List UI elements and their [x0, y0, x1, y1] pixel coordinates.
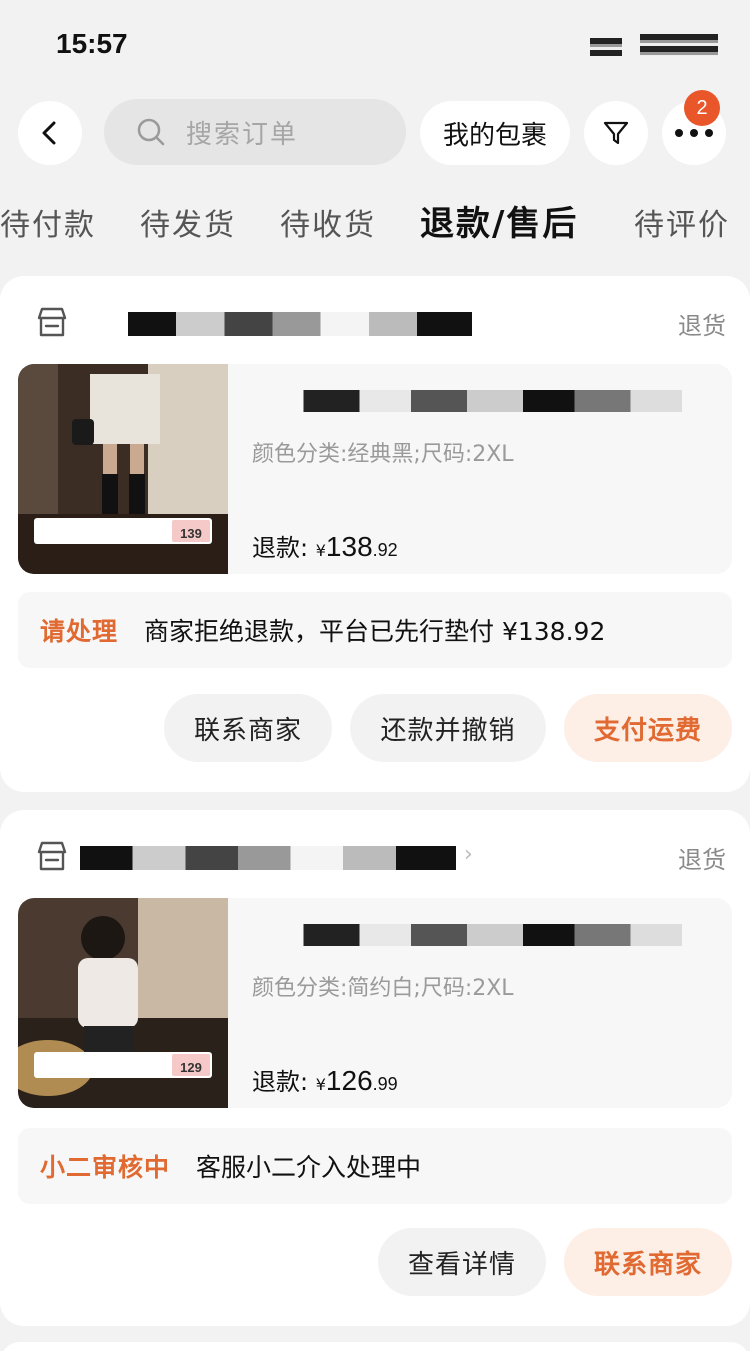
product-title-redacted [252, 924, 682, 946]
status-bar: 15:57 [0, 0, 750, 90]
shop-name-redacted [80, 846, 456, 870]
return-type-label: 退货 [678, 846, 726, 874]
order-tabs: 待付款 待发货 待收货 退款/售后 待评价 [0, 200, 750, 256]
contact-seller-button[interactable]: 联系商家 [164, 694, 332, 762]
goods-item[interactable]: 129 颜色分类:简约白;尺码:2XL 退款: ¥126.99 [18, 898, 732, 1108]
refund-label: 退款: [252, 1068, 309, 1096]
notification-badge: 2 [684, 90, 720, 126]
status-notice[interactable]: 请处理 商家拒绝退款，平台已先行垫付 ¥138.92 [18, 592, 732, 668]
goods-item[interactable]: 139 颜色分类:经典黑;尺码:2XL 退款: ¥138.92 [18, 364, 732, 574]
store-icon [37, 307, 67, 337]
return-type-label: 退货 [678, 312, 726, 340]
filter-button[interactable] [584, 101, 648, 165]
status-text: 客服小二介入处理中 [196, 1153, 422, 1182]
tab-pending-payment[interactable]: 待付款 [0, 200, 96, 244]
view-details-button[interactable]: 查看详情 [378, 1228, 546, 1296]
top-bar: 搜索订单 我的包裹 [0, 98, 750, 168]
product-spec: 颜色分类:简约白;尺码:2XL [252, 976, 514, 1001]
contact-seller-button[interactable]: 联系商家 [564, 1228, 732, 1296]
product-spec: 颜色分类:经典黑;尺码:2XL [252, 442, 514, 467]
thumb-price: 139 [180, 526, 202, 541]
chevron-right-icon: › [464, 842, 473, 867]
refund-amount: 退款: ¥126.99 [252, 1062, 398, 1097]
chevron-left-icon [42, 121, 56, 145]
search-placeholder: 搜索订单 [186, 119, 299, 150]
order-card: 退货 139 颜色分类:经典黑;尺码:2XL 退款: ¥138.92 请处理 商… [0, 276, 750, 792]
pay-shipping-button[interactable]: 支付运费 [564, 694, 732, 762]
status-tag: 请处理 [40, 617, 119, 646]
shop-row[interactable]: › [34, 838, 724, 878]
filter-icon [603, 121, 629, 145]
order-card: › 退货 129 颜色分类:简约白;尺码:2XL 退款: ¥126.99 小二审… [0, 810, 750, 1326]
status-tag: 小二审核中 [40, 1153, 171, 1182]
repay-and-cancel-button[interactable]: 还款并撤销 [350, 694, 546, 762]
search-icon [137, 118, 165, 146]
thumb-price: 129 [180, 1060, 202, 1075]
my-parcels-button[interactable]: 我的包裹 [420, 101, 570, 165]
battery-icon [640, 34, 718, 56]
shop-name-redacted [128, 312, 472, 336]
more-icon [675, 129, 713, 137]
refund-amount: 退款: ¥138.92 [252, 528, 398, 563]
status-text: 商家拒绝退款，平台已先行垫付 ¥138.92 [144, 617, 606, 646]
tab-pending-review[interactable]: 待评价 [634, 200, 730, 244]
shop-row[interactable] [34, 304, 724, 344]
product-thumbnail: 129 [18, 898, 228, 1108]
store-icon [37, 841, 67, 871]
signal-icon [590, 38, 622, 56]
tab-pending-receipt[interactable]: 待收货 [280, 200, 376, 244]
product-title-redacted [252, 390, 682, 412]
refund-label: 退款: [252, 534, 309, 562]
tab-refund-after-sales[interactable]: 退款/售后 [420, 196, 578, 245]
currency-symbol: ¥ [315, 541, 326, 560]
amount-decimal: .99 [372, 1074, 398, 1094]
tab-pending-shipment[interactable]: 待发货 [140, 200, 236, 244]
status-notice[interactable]: 小二审核中 客服小二介入处理中 [18, 1128, 732, 1204]
back-button[interactable] [18, 101, 82, 165]
amount-integer: 138 [325, 531, 373, 562]
currency-symbol: ¥ [315, 1075, 326, 1094]
search-input[interactable]: 搜索订单 [104, 99, 406, 165]
amount-integer: 126 [325, 1065, 373, 1096]
order-card-partial [0, 1342, 750, 1351]
product-thumbnail: 139 [18, 364, 228, 574]
amount-decimal: .92 [372, 540, 398, 560]
status-time: 15:57 [56, 28, 128, 59]
